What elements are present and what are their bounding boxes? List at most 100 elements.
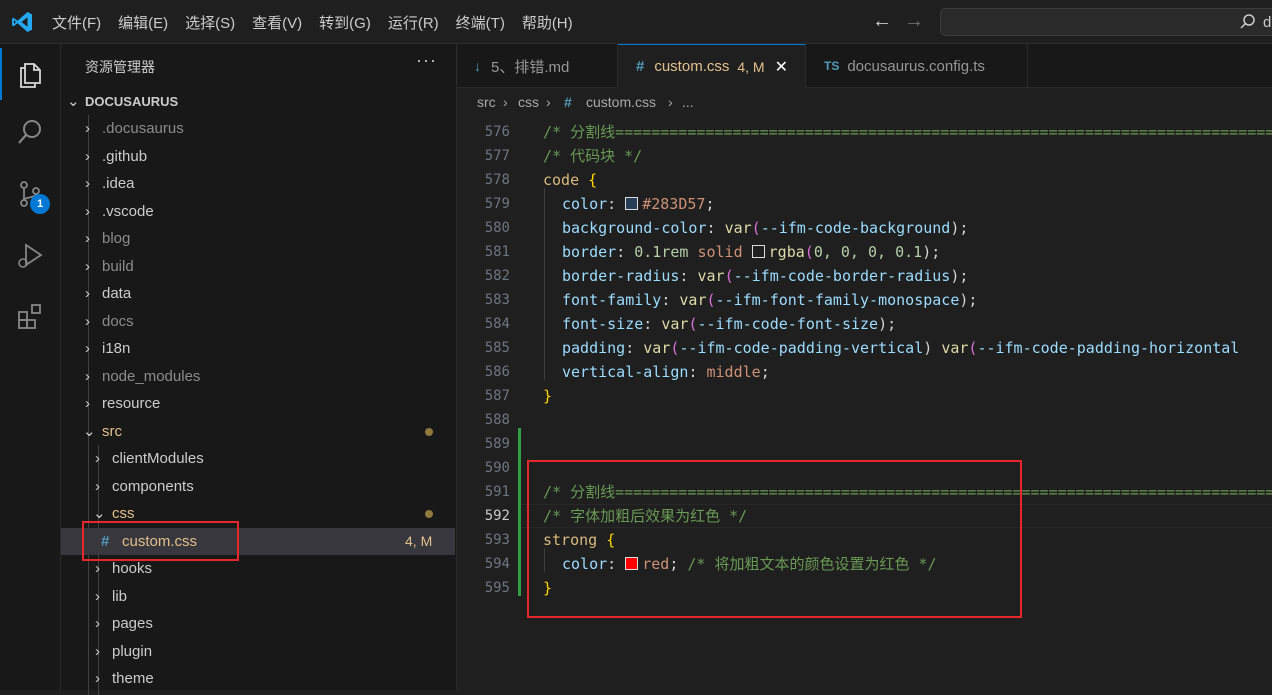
tree-item-label: plugin	[112, 643, 153, 660]
menu-file[interactable]: 文件(F)	[52, 12, 101, 33]
css-file-icon: #	[564, 94, 572, 110]
color-swatch[interactable]	[751, 245, 765, 258]
chevron-right-icon: ›	[85, 368, 90, 385]
tree-item-folder[interactable]: › components	[61, 473, 455, 500]
tree-item-label: data	[102, 285, 132, 302]
tree-item-label: node_modules	[102, 368, 201, 385]
tab-label: custom.css	[654, 58, 730, 75]
code-variable: --ifm-code-font-size	[697, 315, 879, 333]
back-arrow-icon[interactable]: ←	[872, 11, 892, 31]
command-center-search[interactable]: d	[940, 8, 1272, 36]
tree-item-folder[interactable]: › node_modules	[61, 363, 455, 390]
line-number: 595	[484, 580, 510, 596]
tree-root[interactable]: ⌄ DOCUSAURUS	[61, 88, 455, 115]
breadcrumb-symbol[interactable]: ...	[682, 94, 694, 110]
menu-terminal[interactable]: 终端(T)	[456, 12, 505, 33]
tab-docusaurus-config[interactable]: TS docusaurus.config.ts	[806, 44, 1028, 88]
line-number: 590	[484, 460, 510, 476]
menu-run[interactable]: 运行(R)	[388, 12, 439, 33]
tree-item-label: build	[102, 258, 134, 275]
code-comment: /* 代码块 */	[543, 147, 643, 165]
color-swatch[interactable]	[625, 197, 639, 210]
code-punct: :	[688, 363, 707, 381]
breadcrumb-file[interactable]: custom.css	[586, 94, 656, 110]
run-debug-activity[interactable]	[0, 230, 60, 282]
code-line: 585 padding: var(--ifm-code-padding-verti…	[458, 336, 1272, 360]
menu-edit[interactable]: 编辑(E)	[118, 12, 168, 33]
search-text: d	[1263, 14, 1272, 31]
tree-item-folder[interactable]: › build	[61, 253, 455, 280]
tab-custom-css[interactable]: # custom.css 4, M ✕	[618, 44, 806, 88]
code-line: 577 /* 代码块 */	[458, 144, 1272, 168]
tree-item-folder[interactable]: › .docusaurus	[61, 115, 455, 142]
menu-selection[interactable]: 选择(S)	[185, 12, 235, 33]
chevron-right-icon: ›	[85, 175, 90, 192]
tree-item-folder[interactable]: › pages	[61, 610, 455, 637]
run-debug-icon	[18, 243, 43, 268]
forward-arrow-icon[interactable]: →	[904, 11, 924, 31]
tree-item-folder[interactable]: › .github	[61, 143, 455, 170]
code-variable: --ifm-code-background	[760, 219, 951, 237]
tree-item-folder[interactable]: › plugin	[61, 638, 455, 665]
more-actions-icon[interactable]: ···	[416, 50, 437, 71]
code-property: vertical-align	[562, 363, 689, 381]
code-line: 578 code {	[458, 168, 1272, 192]
activity-bar: 1	[0, 44, 61, 690]
code-line: 583 font-family: var(--ifm-font-family-mo…	[458, 288, 1272, 312]
tree-item-folder[interactable]: › lib	[61, 583, 455, 610]
tree-item-label: src	[102, 423, 122, 440]
close-icon[interactable]: ✕	[775, 57, 788, 77]
tree-item-label: clientModules	[112, 450, 204, 467]
tree-item-label: .idea	[102, 175, 135, 192]
tree-item-folder-src[interactable]: ⌄ src	[61, 418, 455, 445]
breadcrumb-src[interactable]: src	[477, 94, 496, 110]
tree-item-folder[interactable]: › .vscode	[61, 198, 455, 225]
code-line: 587}	[458, 384, 1272, 408]
code-function: var	[643, 339, 671, 357]
tree-item-folder[interactable]: › clientModules	[61, 445, 455, 472]
tree-item-folder[interactable]: › data	[61, 280, 455, 307]
code-punct: )	[923, 339, 942, 357]
line-number: 592	[484, 508, 510, 524]
vscode-logo-icon	[12, 12, 32, 32]
tree-item-folder[interactable]: › .idea	[61, 170, 455, 197]
breadcrumb-css[interactable]: css	[518, 94, 539, 110]
tab-label: docusaurus.config.ts	[847, 57, 985, 75]
line-number: 594	[484, 556, 510, 572]
menu-go[interactable]: 转到(G)	[319, 12, 371, 33]
tab-status-badge: 4, M	[737, 58, 765, 75]
code-editor[interactable]: 576 /* 分割线===============================…	[458, 116, 1272, 690]
files-icon	[20, 63, 41, 88]
tree-item-label: i18n	[102, 340, 131, 357]
extensions-icon	[18, 304, 41, 329]
code-punct: :	[625, 339, 644, 357]
menu-view[interactable]: 查看(V)	[252, 12, 302, 33]
tab-markdown[interactable]: ↓ 5、排错.md	[458, 44, 618, 88]
chevron-right-icon: ›	[503, 94, 508, 110]
chevron-right-icon: ›	[546, 94, 551, 110]
chevron-right-icon: ›	[95, 588, 100, 605]
explorer-activity[interactable]	[0, 48, 60, 100]
tree-item-folder[interactable]: › theme	[61, 665, 455, 692]
code-value: #283D57	[642, 195, 706, 213]
tree-item-label: lib	[112, 588, 128, 605]
menu-help[interactable]: 帮助(H)	[522, 12, 573, 33]
tree-item-folder[interactable]: › blog	[61, 225, 455, 252]
extensions-activity[interactable]	[0, 290, 60, 342]
source-control-activity[interactable]	[0, 168, 60, 220]
code-selector: code	[543, 171, 580, 189]
highlight-box	[527, 460, 1022, 618]
search-icon	[18, 120, 41, 144]
tree-item-folder[interactable]: › resource	[61, 390, 455, 417]
code-property: color	[562, 195, 608, 213]
code-punct: :	[616, 243, 635, 261]
search-activity[interactable]	[0, 106, 60, 158]
tree-item-folder[interactable]: › i18n	[61, 335, 455, 362]
chevron-right-icon: ›	[95, 615, 100, 632]
line-number: 578	[484, 172, 510, 188]
menu-bar: 文件(F) 编辑(E) 选择(S) 查看(V) 转到(G) 运行(R) 终端(T…	[52, 0, 590, 44]
chevron-right-icon: ›	[95, 478, 100, 495]
tree-item-folder[interactable]: › docs	[61, 308, 455, 335]
code-line: 580 background-color: var(--ifm-code-back…	[458, 216, 1272, 240]
explorer-title: 资源管理器	[85, 59, 155, 75]
